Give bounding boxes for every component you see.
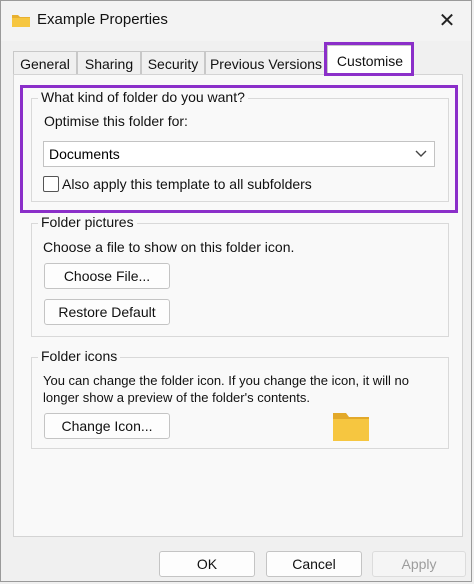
properties-dialog: Example Properties ✕ General Sharing Sec…	[0, 0, 472, 582]
tab-security[interactable]: Security	[141, 51, 205, 75]
close-icon: ✕	[438, 9, 456, 32]
ok-button[interactable]: OK	[159, 551, 255, 577]
window-title: Example Properties	[37, 11, 168, 28]
folder-type-group-label: What kind of folder do you want?	[38, 89, 248, 105]
folder-preview-icon	[333, 413, 369, 441]
tab-sharing[interactable]: Sharing	[77, 51, 141, 75]
tab-customise[interactable]: Customise	[327, 45, 413, 75]
cancel-button[interactable]: Cancel	[266, 551, 362, 577]
chevron-down-icon	[415, 150, 427, 157]
optimise-label: Optimise this folder for:	[44, 113, 188, 129]
folder-icons-group-label: Folder icons	[38, 348, 121, 364]
optimise-select[interactable]: Documents	[43, 141, 435, 167]
tab-general[interactable]: General	[13, 51, 77, 75]
restore-default-button[interactable]: Restore Default	[44, 299, 170, 325]
change-icon-button[interactable]: Change Icon...	[44, 413, 170, 439]
choose-file-button[interactable]: Choose File...	[44, 263, 170, 289]
apply-subfolders-label[interactable]: Also apply this template to all subfolde…	[62, 176, 312, 192]
apply-button[interactable]: Apply	[372, 551, 466, 577]
close-button[interactable]: ✕	[427, 5, 467, 35]
optimise-select-value: Documents	[49, 146, 120, 162]
tab-previous-versions[interactable]: Previous Versions	[205, 51, 327, 75]
tab-strip: General Sharing Security Previous Versio…	[13, 45, 413, 75]
title-bar[interactable]: Example Properties ✕	[1, 1, 471, 41]
apply-subfolders-checkbox[interactable]	[43, 176, 59, 192]
folder-icons-description-line1: You can change the folder icon. If you c…	[43, 373, 409, 388]
folder-pictures-description: Choose a file to show on this folder ico…	[43, 239, 295, 255]
folder-icon	[12, 15, 30, 27]
folder-pictures-group-label: Folder pictures	[38, 214, 137, 230]
folder-icons-description-line2: longer show a preview of the folder's co…	[43, 390, 310, 405]
